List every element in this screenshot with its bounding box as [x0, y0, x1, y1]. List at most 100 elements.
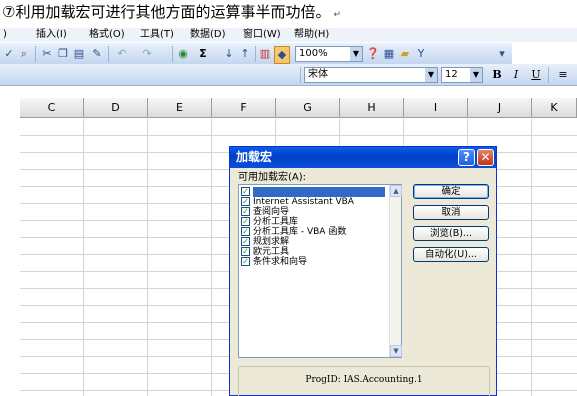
list-item[interactable]: ✓ 查阅向导 [241, 207, 385, 217]
list-item-label: 规划求解 [253, 237, 290, 247]
column-header[interactable]: H [340, 98, 404, 118]
list-item-label [253, 187, 385, 197]
checkbox-checked-icon[interactable]: ✓ [241, 217, 250, 226]
return-mark: ↵ [333, 10, 341, 20]
hyperlink-icon[interactable]: ◉ [176, 46, 190, 62]
list-item-label: 分析工具库 [253, 217, 299, 227]
underline-button[interactable]: U [529, 67, 543, 83]
bold-button[interactable]: B [490, 67, 504, 83]
menu-format[interactable]: 格式(O) [89, 28, 125, 42]
toolbar-separator [548, 67, 549, 83]
filter-icon[interactable]: Y [414, 46, 428, 62]
italic-button[interactable]: I [509, 67, 523, 83]
help-button[interactable]: ? [458, 149, 475, 166]
menu-fragment: ) [3, 29, 7, 40]
folder-icon[interactable]: ▰ [398, 46, 412, 62]
menu-data[interactable]: 数据(D) [190, 28, 226, 42]
menu-bar: ) 插入(I) 格式(O) 工具(T) 数据(D) 窗口(W) 帮助(H) [0, 28, 577, 42]
toolbar-separator [172, 46, 173, 62]
paste-icon[interactable]: ▤ [72, 46, 86, 62]
form-icon[interactable]: ▦ [382, 46, 396, 62]
close-button[interactable]: ✕ [477, 149, 494, 166]
column-header[interactable]: K [532, 98, 577, 118]
format-painter-icon[interactable]: ✎ [90, 46, 104, 62]
list-item[interactable]: ✓ 欧元工具 [241, 247, 385, 257]
list-item-label: 条件求和向导 [253, 257, 308, 267]
cut-icon[interactable]: ✂ [40, 46, 54, 62]
menu-window[interactable]: 窗口(W) [243, 28, 281, 42]
column-header[interactable]: C [20, 98, 84, 118]
list-item[interactable]: ✓ 分析工具库 [241, 217, 385, 227]
scroll-up-icon[interactable]: ▲ [390, 185, 402, 197]
list-item-label: Internet Assistant VBA [253, 197, 354, 207]
font-value: 宋体 [308, 69, 328, 80]
list-item[interactable]: ✓ [241, 187, 385, 197]
help-icon[interactable]: ❓ [366, 46, 380, 62]
column-header[interactable]: J [468, 98, 532, 118]
column-header[interactable]: I [404, 98, 468, 118]
checkbox-checked-icon[interactable]: ✓ [241, 207, 250, 216]
chevron-down-icon[interactable]: ▼ [350, 47, 362, 61]
automation-button[interactable]: 自动化(U)... [413, 247, 489, 262]
column-header[interactable]: F [212, 98, 276, 118]
checkbox-checked-icon[interactable]: ✓ [241, 257, 250, 266]
list-item-label: 分析工具库 - VBA 函数 [253, 227, 347, 237]
list-item-label: 查阅向导 [253, 207, 290, 217]
browse-button[interactable]: 浏览(B)... [413, 226, 489, 241]
list-scrollbar[interactable]: ▲ ▼ [389, 185, 402, 357]
list-item[interactable]: ✓ 分析工具库 - VBA 函数 [241, 227, 385, 237]
chevron-down-icon[interactable]: ▼ [470, 68, 482, 82]
sort-descending-icon[interactable]: ↑ [238, 46, 252, 62]
menu-tools[interactable]: 工具(T) [140, 28, 174, 42]
cancel-button[interactable]: 取消 [413, 205, 489, 220]
checkbox-checked-icon[interactable]: ✓ [241, 247, 250, 256]
addins-dialog: 加载宏 ? ✕ 可用加载宏(A): ✓ ✓ Internet Assistant… [229, 146, 497, 396]
checkbox-checked-icon[interactable]: ✓ [241, 227, 250, 236]
undo-icon[interactable]: ↶ [115, 46, 129, 62]
checkbox-checked-icon[interactable]: ✓ [241, 237, 250, 246]
toolbar-separator [255, 46, 256, 62]
font-size-value: 12 [445, 69, 458, 80]
formula-bar-area [0, 87, 577, 98]
toolbar-separator [300, 67, 301, 83]
progid-groupbox: ProgID: IAS.Accounting.1 [238, 366, 490, 396]
align-left-icon[interactable]: ≡ [556, 67, 570, 83]
caption: ⑦利用加载宏可进行其他方面的运算事半而功倍。 ↵ [2, 1, 341, 23]
caption-text: ⑦利用加载宏可进行其他方面的运算事半而功倍。 [2, 3, 331, 21]
toolbar-separator [35, 46, 36, 62]
standard-toolbar: ✓ ⌕ ✂ ❐ ▤ ✎ ↶ ↷ ◉ Σ ↓ ↑ ▥ ◆ 100% ▼ ❓ ▦ ▰… [0, 43, 512, 65]
menu-insert[interactable]: 插入(I) [36, 28, 67, 42]
toolbar-separator [108, 46, 109, 62]
spell-check-icon[interactable]: ✓ [2, 46, 16, 62]
scroll-down-icon[interactable]: ▼ [390, 345, 402, 357]
zoom-select[interactable]: 100% ▼ [295, 46, 363, 62]
column-header[interactable]: D [84, 98, 148, 118]
autosum-icon[interactable]: Σ [196, 46, 210, 62]
ok-button[interactable]: 确定 [413, 184, 489, 199]
list-item[interactable]: ✓ 规划求解 [241, 237, 385, 247]
menu-help[interactable]: 帮助(H) [294, 28, 329, 42]
addins-list-label: 可用加载宏(A): [238, 172, 307, 183]
list-item-label: 欧元工具 [253, 247, 290, 257]
dialog-titlebar[interactable]: 加载宏 ? ✕ [230, 147, 496, 168]
list-item[interactable]: ✓ 条件求和向导 [241, 257, 385, 267]
formatting-toolbar: 宋体 ▼ 12 ▼ B I U ≡ [0, 64, 577, 86]
column-header[interactable]: G [276, 98, 340, 118]
list-item[interactable]: ✓ Internet Assistant VBA [241, 197, 385, 207]
research-icon[interactable]: ⌕ [17, 46, 31, 62]
toolbar-options-icon[interactable]: ▾ [496, 46, 508, 62]
redo-icon[interactable]: ↷ [140, 46, 154, 62]
zoom-value: 100% [299, 48, 328, 59]
font-select[interactable]: 宋体 ▼ [304, 67, 438, 83]
sort-ascending-icon[interactable]: ↓ [222, 46, 236, 62]
chevron-down-icon[interactable]: ▼ [425, 68, 437, 82]
checkbox-checked-icon[interactable]: ✓ [241, 187, 250, 196]
checkbox-checked-icon[interactable]: ✓ [241, 197, 250, 206]
chart-wizard-icon[interactable]: ▥ [258, 46, 272, 62]
drawing-icon[interactable]: ◆ [274, 46, 290, 64]
font-size-select[interactable]: 12 ▼ [441, 67, 483, 83]
progid-text: ProgID: IAS.Accounting.1 [305, 375, 423, 385]
column-header[interactable]: E [148, 98, 212, 118]
addins-listbox[interactable]: ✓ ✓ Internet Assistant VBA ✓ 查阅向导 ✓ 分析工具… [238, 184, 402, 358]
copy-icon[interactable]: ❐ [56, 46, 70, 62]
